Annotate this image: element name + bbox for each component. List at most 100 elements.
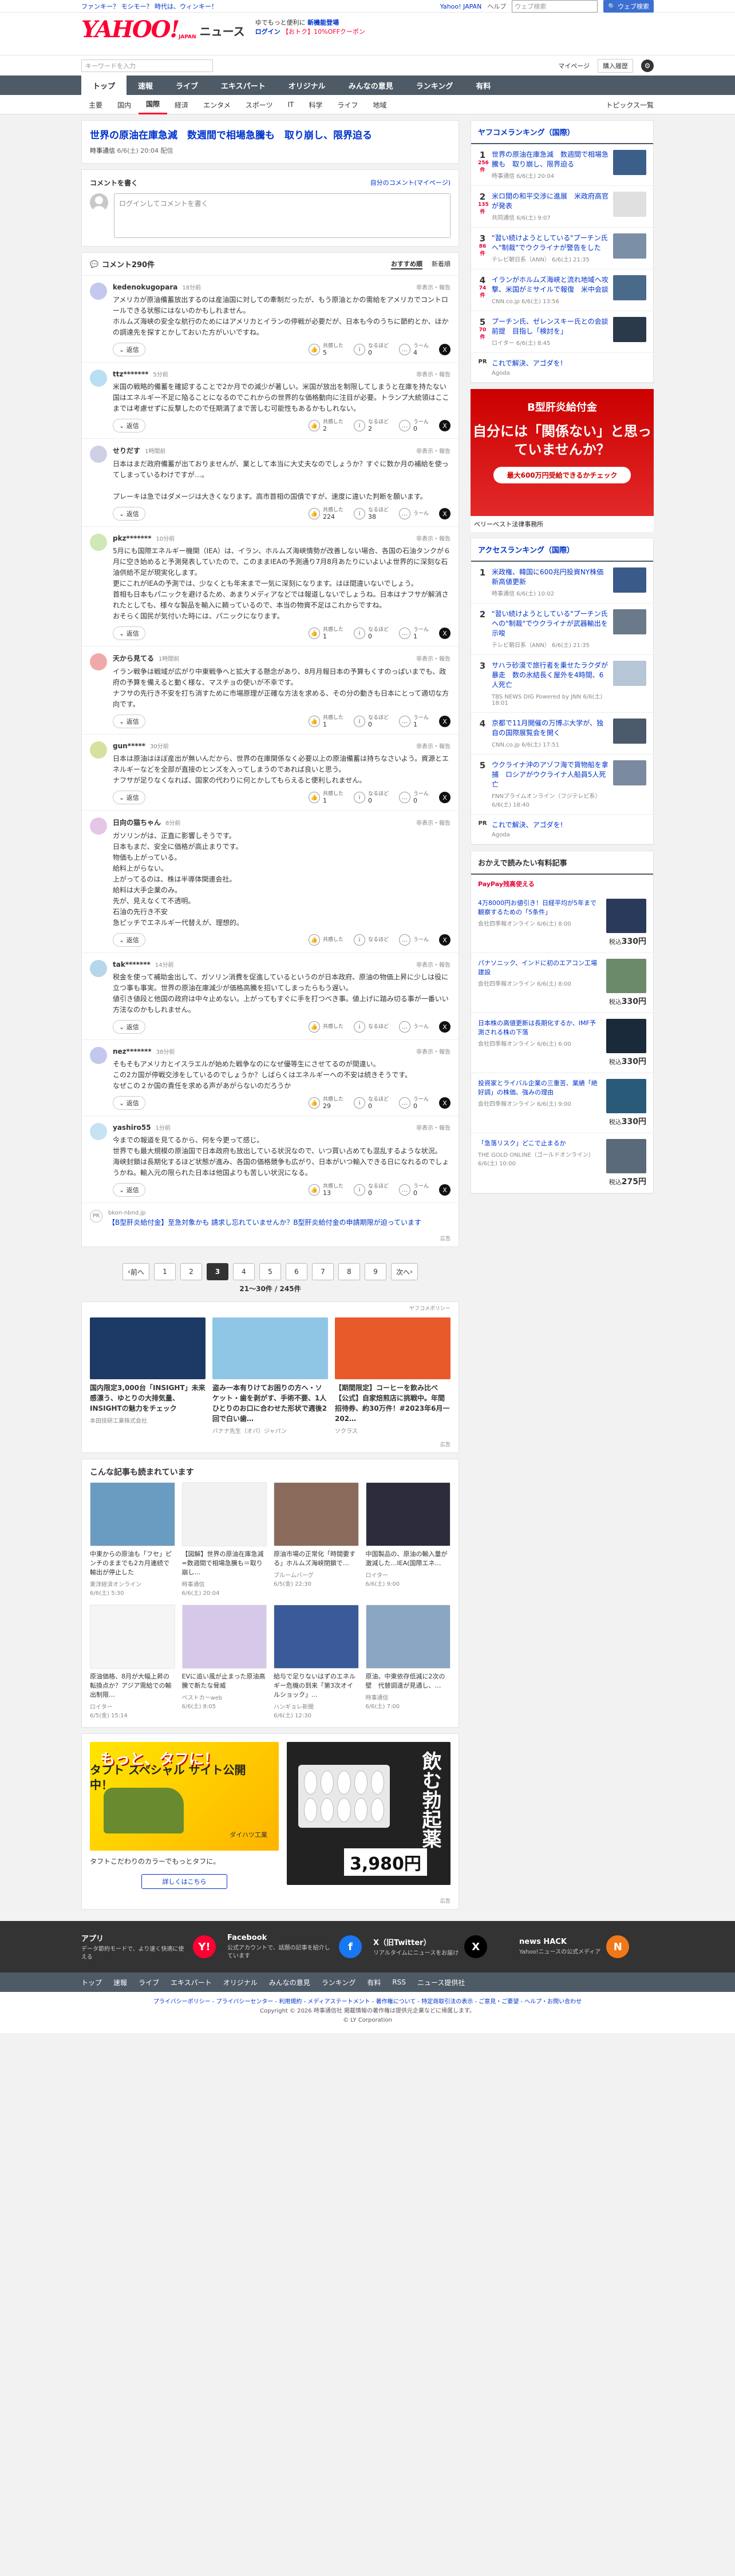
- footer-nav-link[interactable]: RSS: [392, 1978, 406, 1986]
- empathy-vote-button[interactable]: 👍 共感した 29: [308, 1097, 343, 1109]
- yahoo-japan-link[interactable]: Yahoo! JAPAN: [440, 3, 482, 10]
- access-ranking-title[interactable]: アクセスランキング（国際）: [471, 538, 653, 562]
- sponsored-item[interactable]: 【期間限定】コーヒーを飲み比べ【公式】自家焙煎店に挑戦中。年間招待券、約30万件…: [335, 1317, 451, 1435]
- b-hepatitis-ad[interactable]: B型肝炎給付金 自分には「関係ない」と思っていませんか？ 最大600万円受給でき…: [471, 389, 654, 532]
- next-page-button[interactable]: 次へ ›: [391, 1263, 418, 1280]
- category-tab[interactable]: ライフ: [330, 95, 365, 114]
- ranking-item[interactable]: 3 サハラ砂漠で旅行者を乗せたラクダが暴走 数の氷結長く屋外を4時間、6人死亡 TB…: [471, 655, 653, 713]
- footer-nav-link[interactable]: トップ: [81, 1978, 102, 1987]
- recommended-item[interactable]: 原油市場の正常化「時間要する」ホルムズ海峡閉鎖で… ブルームバーグ 6/5(金) 2…: [274, 1482, 359, 1597]
- category-tab[interactable]: 主要: [81, 95, 110, 114]
- insight-vote-button[interactable]: i なるほど 0: [353, 715, 389, 728]
- page-button[interactable]: 6: [286, 1263, 307, 1280]
- main-nav-tab[interactable]: ライブ: [164, 76, 210, 95]
- topics-list-link[interactable]: トピックス一覧: [606, 100, 654, 110]
- main-nav-tab[interactable]: トップ: [81, 76, 127, 95]
- footer-nav-link[interactable]: ニュース提供社: [417, 1978, 465, 1987]
- footer-nav-link[interactable]: 有料: [367, 1978, 381, 1987]
- empathy-vote-button[interactable]: 👍 共感した 1: [308, 627, 343, 640]
- commenter-name[interactable]: 日向の猫ちゃん: [113, 817, 161, 827]
- report-link[interactable]: 非表示・報告: [416, 741, 451, 750]
- main-nav-tab[interactable]: みんなの意見: [337, 76, 405, 95]
- report-link[interactable]: 非表示・報告: [416, 654, 451, 662]
- main-nav-tab[interactable]: エキスパート: [210, 76, 277, 95]
- ranking-item[interactable]: 1 米政権、韓国に600兆円投資NY株価新高値更新 時事通信 6/6(土) 10:0…: [471, 562, 653, 604]
- doubt-vote-button[interactable]: … うーん 1: [398, 627, 429, 640]
- report-link[interactable]: 非表示・報告: [416, 960, 451, 969]
- main-nav-tab[interactable]: オリジナル: [277, 76, 337, 95]
- empathy-vote-button[interactable]: 👍 共感した 13: [308, 1184, 343, 1196]
- doubt-vote-button[interactable]: … うーん: [398, 934, 429, 946]
- ranking-pr[interactable]: PR これで解決、アゴダを! Agoda: [471, 353, 653, 383]
- empathy-vote-button[interactable]: 👍 共感した: [308, 1021, 343, 1033]
- category-tab[interactable]: IT: [280, 95, 301, 114]
- empathy-vote-button[interactable]: 👍 共感した 1: [308, 715, 343, 728]
- insight-vote-button[interactable]: i なるほど: [353, 1021, 389, 1033]
- empathy-vote-button[interactable]: 👍 共感した 224: [308, 507, 343, 520]
- tafto-ad-image[interactable]: もっと、タフに！ タフト スペシャル サイト公開中！ ダイハツ工業: [90, 1742, 279, 1851]
- reply-button[interactable]: ⌄ 返信: [113, 343, 145, 356]
- category-tab[interactable]: 国内: [110, 95, 139, 114]
- doubt-vote-button[interactable]: … うーん 0: [398, 1184, 429, 1196]
- ranking-item[interactable]: 1 256件 世界の原油在庫急減 数週間で相場急騰も 取り崩し、限界迫る 時事通信 6…: [471, 144, 653, 186]
- commenter-avatar[interactable]: [90, 741, 107, 759]
- insight-vote-button[interactable]: i なるほど 2: [353, 419, 389, 432]
- x-share-icon[interactable]: X: [439, 1097, 451, 1109]
- page-button[interactable]: 5: [259, 1263, 281, 1280]
- x-share-icon[interactable]: X: [439, 792, 451, 803]
- doubt-vote-button[interactable]: … うーん 0: [398, 791, 429, 804]
- commenter-name[interactable]: gun*****: [113, 742, 145, 750]
- paid-article-item[interactable]: 投資家とライバル企業の三重苦、業績「絶好調」の株価、強みの理由 会社四季報オンライ…: [471, 1073, 653, 1133]
- news-search-input[interactable]: キーワードを入力: [81, 59, 213, 72]
- pr-title[interactable]: 【B型肝炎給付金】至急対象かも 請求し忘れていませんか？B型肝炎給付金の申請期限…: [108, 1218, 421, 1228]
- gear-icon[interactable]: ⚙: [641, 59, 654, 72]
- commenter-name[interactable]: nez*******: [113, 1047, 152, 1055]
- report-link[interactable]: 非表示・報告: [416, 283, 451, 291]
- ranking-pr[interactable]: PR これで解決、アゴダを! Agoda: [471, 815, 653, 844]
- report-link[interactable]: 非表示・報告: [416, 818, 451, 827]
- commenter-avatar[interactable]: [90, 1123, 107, 1140]
- commenter-name[interactable]: せりだす: [113, 446, 140, 455]
- category-tab[interactable]: 地域: [365, 95, 394, 114]
- app-link[interactable]: Facebook 公式アカウントで、話題の記事を紹介しています f: [227, 1934, 362, 1960]
- category-tab[interactable]: スポーツ: [238, 95, 280, 114]
- reply-button[interactable]: ⌄ 返信: [113, 507, 145, 521]
- ranking-item[interactable]: 5 ウクライナ沖のアゾフ海で貨物船を拿捕 ロシアがウクライナ人船員5人死亡 FNNプ…: [471, 755, 653, 815]
- paid-article-item[interactable]: 4万8000円お値引き！日経平均が5年まで観察するための「5条件」 会社四季報オン…: [471, 893, 653, 953]
- reply-button[interactable]: ⌄ 返信: [113, 1183, 145, 1197]
- paid-article-item[interactable]: 「急落リスク」どこで止まるか THE GOLD ONLINE（ゴールドオンライン）…: [471, 1133, 653, 1193]
- x-share-icon[interactable]: X: [439, 420, 451, 431]
- reply-button[interactable]: ⌄ 返信: [113, 791, 145, 804]
- sponsored-item[interactable]: 盗み一本有りけてお困りの方へ・ソケット・歯を剥がす、手術不要、1人ひとりのお口に…: [212, 1317, 328, 1435]
- empathy-vote-button[interactable]: 👍 共感した: [308, 934, 343, 946]
- x-share-icon[interactable]: X: [439, 1021, 451, 1033]
- paid-article-item[interactable]: 日本株の高値更新は長期化するか、IMF予測される株の下落 会社四季報オンライン 6…: [471, 1013, 653, 1073]
- category-tab[interactable]: エンタメ: [196, 95, 238, 114]
- recommended-item[interactable]: 中国製品の、原油の輸入量が激減した…IEA(国際エネ… ロイター 6/6(土) 9:…: [365, 1482, 451, 1597]
- doubt-vote-button[interactable]: … うーん 0: [398, 419, 429, 432]
- prev-page-button[interactable]: ‹ 前へ: [122, 1263, 149, 1280]
- doubt-vote-button[interactable]: … うーん 1: [398, 715, 429, 728]
- app-link[interactable]: アプリ データ節約モードで、より速く快適に使える Y!: [81, 1932, 216, 1962]
- reply-button[interactable]: ⌄ 返信: [113, 1020, 145, 1034]
- ranking-item[interactable]: 4 京都で11月開催の万博ぶ大学が、独自の国際展覧会を開く CNN.co.jp 6/…: [471, 713, 653, 755]
- reply-button[interactable]: ⌄ 返信: [113, 1096, 145, 1110]
- commenter-avatar[interactable]: [90, 534, 107, 551]
- x-share-icon[interactable]: X: [439, 716, 451, 727]
- main-nav-tab[interactable]: 有料: [464, 76, 502, 95]
- footer-links[interactable]: プライバシーポリシー - プライバシーセンター - 利用規約 - メディアステー…: [0, 1998, 735, 2007]
- page-button[interactable]: 4: [233, 1263, 255, 1280]
- empathy-vote-button[interactable]: 👍 共感した 2: [308, 419, 343, 432]
- commenter-name[interactable]: tak*******: [113, 960, 151, 969]
- x-share-icon[interactable]: X: [439, 508, 451, 519]
- article-source[interactable]: 時事通信: [90, 147, 115, 154]
- commenter-avatar[interactable]: [90, 1047, 107, 1064]
- report-link[interactable]: 非表示・報告: [416, 1123, 451, 1132]
- ranking-item[interactable]: 2 135件 米ロ間の和平交渉に進展 米政府高官が発表 共同通信 6/6(土) 9:0…: [471, 186, 653, 228]
- sort-recommended[interactable]: おすすめ順: [391, 259, 422, 269]
- app-link[interactable]: X（旧Twitter） リアルタイムにニュースをお届け X: [373, 1935, 508, 1958]
- ranking-item[interactable]: 5 70件 プーチン氏、ゼレンスキー氏との会談前提 目指し「検討を」 ロイター 6/6…: [471, 311, 653, 353]
- x-share-icon[interactable]: X: [439, 344, 451, 355]
- commenter-avatar[interactable]: [90, 960, 107, 977]
- mypage-link[interactable]: マイページ: [558, 61, 590, 70]
